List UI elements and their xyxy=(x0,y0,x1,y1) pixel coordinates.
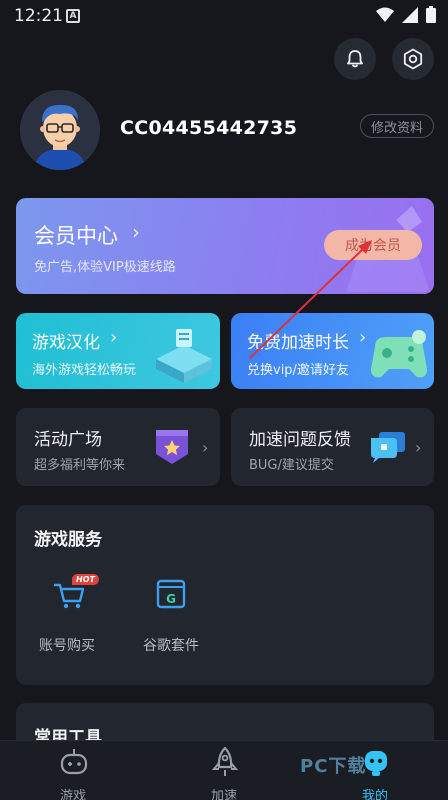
info-title: 加速问题反馈 xyxy=(249,430,351,450)
status-icons xyxy=(376,6,436,23)
free-boost-time-card[interactable]: 免费加速时长 › 兑换vip/邀请好友 xyxy=(231,313,434,389)
info-subtitle: 超多福利等你来 xyxy=(34,458,126,473)
vip-title: 会员中心 xyxy=(34,224,118,248)
vip-center-card[interactable]: 会员中心 › 免广告,体验VIP极速线路 成为会员 xyxy=(16,198,434,294)
battery-icon xyxy=(426,6,436,23)
gamepad-promo-icon xyxy=(371,330,427,378)
feedback-chat-icon xyxy=(371,432,405,463)
settings-icon xyxy=(403,48,423,70)
activity-square-card[interactable]: 活动广场 超多福利等你来 › xyxy=(16,408,220,486)
gamepad-icon xyxy=(60,749,88,775)
username: CC04455442735 xyxy=(120,117,298,139)
hot-badge: HOT xyxy=(72,574,99,585)
nav-label: 游戏 xyxy=(59,789,86,800)
watermark: PC下载 xyxy=(300,756,367,777)
chevron-right-icon: › xyxy=(202,438,209,457)
account-purchase-item[interactable]: HOT 账号购买 xyxy=(22,574,112,665)
bell-icon xyxy=(347,50,363,68)
notifications-button[interactable] xyxy=(334,38,376,80)
activity-badge-icon xyxy=(156,430,188,464)
settings-button[interactable] xyxy=(392,38,434,80)
google-suite-icon: G xyxy=(156,579,186,609)
info-title: 活动广场 xyxy=(34,430,102,450)
notification-icon: A xyxy=(66,9,80,23)
avatar-illustration xyxy=(20,90,100,170)
chevron-right-icon: › xyxy=(359,327,367,348)
game-localization-card[interactable]: 游戏汉化 › 海外游戏轻松畅玩 xyxy=(16,313,220,389)
nav-label: 加速 xyxy=(210,789,237,800)
chevron-right-icon: › xyxy=(415,438,422,457)
feature-title: 游戏汉化 xyxy=(32,333,100,353)
avatar[interactable] xyxy=(20,90,100,170)
status-time: 12:21 xyxy=(14,6,63,26)
feature-title: 免费加速时长 xyxy=(247,333,349,353)
info-subtitle: BUG/建议提交 xyxy=(249,458,334,473)
feature-subtitle: 海外游戏轻松畅玩 xyxy=(32,363,137,378)
cell-signal-icon xyxy=(402,6,418,23)
section-title: 游戏服务 xyxy=(34,530,102,550)
chevron-right-icon: › xyxy=(110,327,118,348)
nav-tab-games[interactable]: 游戏 xyxy=(28,747,118,800)
service-label: 谷歌套件 xyxy=(143,638,199,654)
game-services-card: 游戏服务 HOT 账号购买 G 谷歌套件 xyxy=(16,505,434,685)
localization-icon xyxy=(156,329,212,383)
nav-tab-boost[interactable]: 加速 xyxy=(179,747,269,800)
rocket-icon xyxy=(211,747,239,776)
svg-text:G: G xyxy=(166,592,176,606)
vip-chevron-icon: › xyxy=(132,220,140,244)
service-label: 账号购买 xyxy=(39,638,95,654)
google-suite-item[interactable]: G 谷歌套件 xyxy=(126,575,216,665)
nav-label: 我的 xyxy=(361,789,388,800)
become-member-button[interactable]: 成为会员 xyxy=(324,230,422,260)
boost-feedback-card[interactable]: 加速问题反馈 BUG/建议提交 › xyxy=(231,408,434,486)
wifi-icon xyxy=(376,7,394,22)
edit-profile-button[interactable]: 修改资料 xyxy=(360,114,434,138)
feature-subtitle: 兑换vip/邀请好友 xyxy=(247,363,349,378)
status-bar: 12:21 A xyxy=(0,0,448,34)
bottom-navigation: 游戏 加速 我的 xyxy=(0,740,448,800)
vip-subtitle: 免广告,体验VIP极速线路 xyxy=(34,260,176,275)
